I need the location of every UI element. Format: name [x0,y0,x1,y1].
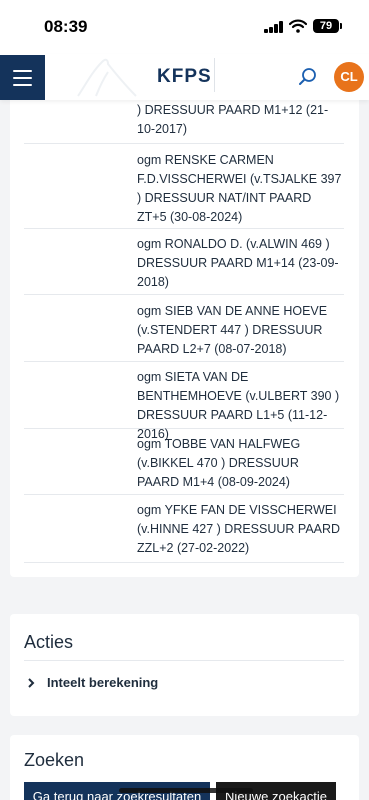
logo[interactable]: KFPS [157,66,212,88]
action-link-inteelt[interactable]: Inteelt berekening [24,674,344,692]
status-bar: 08:39 79 [0,0,369,54]
list-item-text: ogm RONALDO D. (v.ALWIN 469 ) DRESSUUR P… [137,237,339,289]
header-divider [214,58,215,92]
cellular-signal-icon [264,21,284,33]
list-item-text: ogm TOBBE VAN HALFWEG (v.BIKKEL 470 ) DR… [137,437,301,489]
wifi-icon [289,19,307,33]
list-item[interactable]: ogm RENSKE CARMEN F.D.VISSCHERWEI (v.TSJ… [24,144,344,229]
list-item-text: ogm RENSKE CARMEN F.D.VISSCHERWEI (v.TSJ… [137,153,342,224]
battery-icon: 79 [313,19,342,33]
results-card: ) DRESSUUR PAARD M1+12 (21-10-2017) ogm … [10,80,359,577]
actions-card: Acties Inteelt berekening [10,614,359,716]
list-item[interactable]: ogm YFKE FAN DE VISSCHERWEI (v.HINNE 427… [24,495,344,563]
list-item[interactable]: ogm TOBBE VAN HALFWEG (v.BIKKEL 470 ) DR… [24,429,344,495]
search-title: Zoeken [24,750,85,770]
list-item-text: ogm YFKE FAN DE VISSCHERWEI (v.HINNE 427… [137,503,341,555]
menu-button[interactable] [0,55,45,100]
list-item-text: ) DRESSUUR PAARD M1+12 (21-10-2017) [137,103,329,136]
horse-watermark-icon [77,58,137,97]
app-header: KFPS CL [0,54,369,100]
list-item[interactable]: ogm SIEB VAN DE ANNE HOEVE (v.STENDERT 4… [24,295,344,362]
list-item-text: ogm SIEB VAN DE ANNE HOEVE (v.STENDERT 4… [137,304,328,356]
avatar[interactable]: CL [334,62,364,92]
chevron-right-icon [28,678,35,688]
list-item[interactable]: ogm RONALDO D. (v.ALWIN 469 ) DRESSUUR P… [24,229,344,295]
search-icon[interactable] [297,66,319,88]
status-time: 08:39 [44,17,88,36]
actions-title: Acties [24,632,74,652]
divider [24,660,344,661]
list-item[interactable]: ogm SIETA VAN DE BENTHEMHOEVE (v.ULBERT … [24,362,344,441]
action-link-label: Inteelt berekening [47,675,159,690]
home-indicator [119,788,253,793]
